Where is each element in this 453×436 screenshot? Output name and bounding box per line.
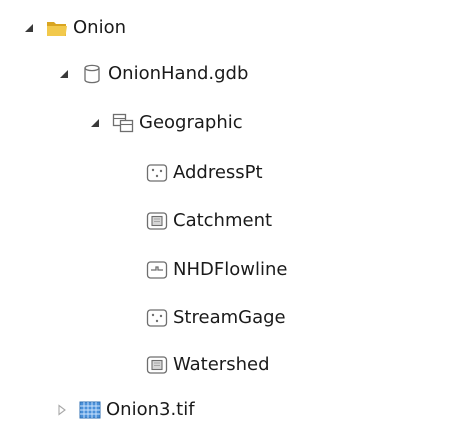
tree-node-feature-class[interactable]: Catchment xyxy=(146,203,272,239)
catalog-tree: Onion OnionHand.gdb Geographic AddressPt… xyxy=(0,0,453,436)
tree-node-feature-class[interactable]: NHDFlowline xyxy=(146,252,287,288)
tree-node-label: Onion3.tif xyxy=(106,399,195,420)
tree-node-feature-class[interactable]: StreamGage xyxy=(146,300,286,336)
raster-icon xyxy=(79,399,101,421)
expand-triangle-icon[interactable] xyxy=(88,116,102,130)
tree-node-feature-class[interactable]: Watershed xyxy=(146,347,270,383)
tree-node-raster[interactable]: Onion3.tif xyxy=(55,392,195,428)
tree-node-label: AddressPt xyxy=(173,162,263,183)
tree-node-label: StreamGage xyxy=(173,307,286,328)
tree-node-label: NHDFlowline xyxy=(173,259,288,280)
point-feature-class-icon xyxy=(146,307,168,329)
expand-triangle-icon[interactable] xyxy=(22,21,36,35)
tree-node-label: Watershed xyxy=(173,354,270,375)
tree-node-geodatabase[interactable]: OnionHand.gdb xyxy=(57,56,248,92)
tree-node-feature-dataset[interactable]: Geographic xyxy=(88,105,243,141)
tree-node-onion-folder[interactable]: Onion xyxy=(22,10,126,46)
tree-node-feature-class[interactable]: AddressPt xyxy=(146,155,263,191)
tree-node-label: Onion xyxy=(73,17,126,38)
tree-node-label: Catchment xyxy=(173,210,273,231)
folder-open-icon xyxy=(46,17,68,39)
polygon-feature-class-icon xyxy=(146,354,168,376)
feature-dataset-icon xyxy=(112,112,134,134)
polygon-feature-class-icon xyxy=(146,210,168,232)
line-feature-class-icon xyxy=(146,259,168,281)
tree-node-label: OnionHand.gdb xyxy=(108,63,249,84)
tree-node-label: Geographic xyxy=(139,112,243,133)
collapse-triangle-icon[interactable] xyxy=(55,403,69,417)
database-icon xyxy=(81,63,103,85)
expand-triangle-icon[interactable] xyxy=(57,67,71,81)
point-feature-class-icon xyxy=(146,162,168,184)
